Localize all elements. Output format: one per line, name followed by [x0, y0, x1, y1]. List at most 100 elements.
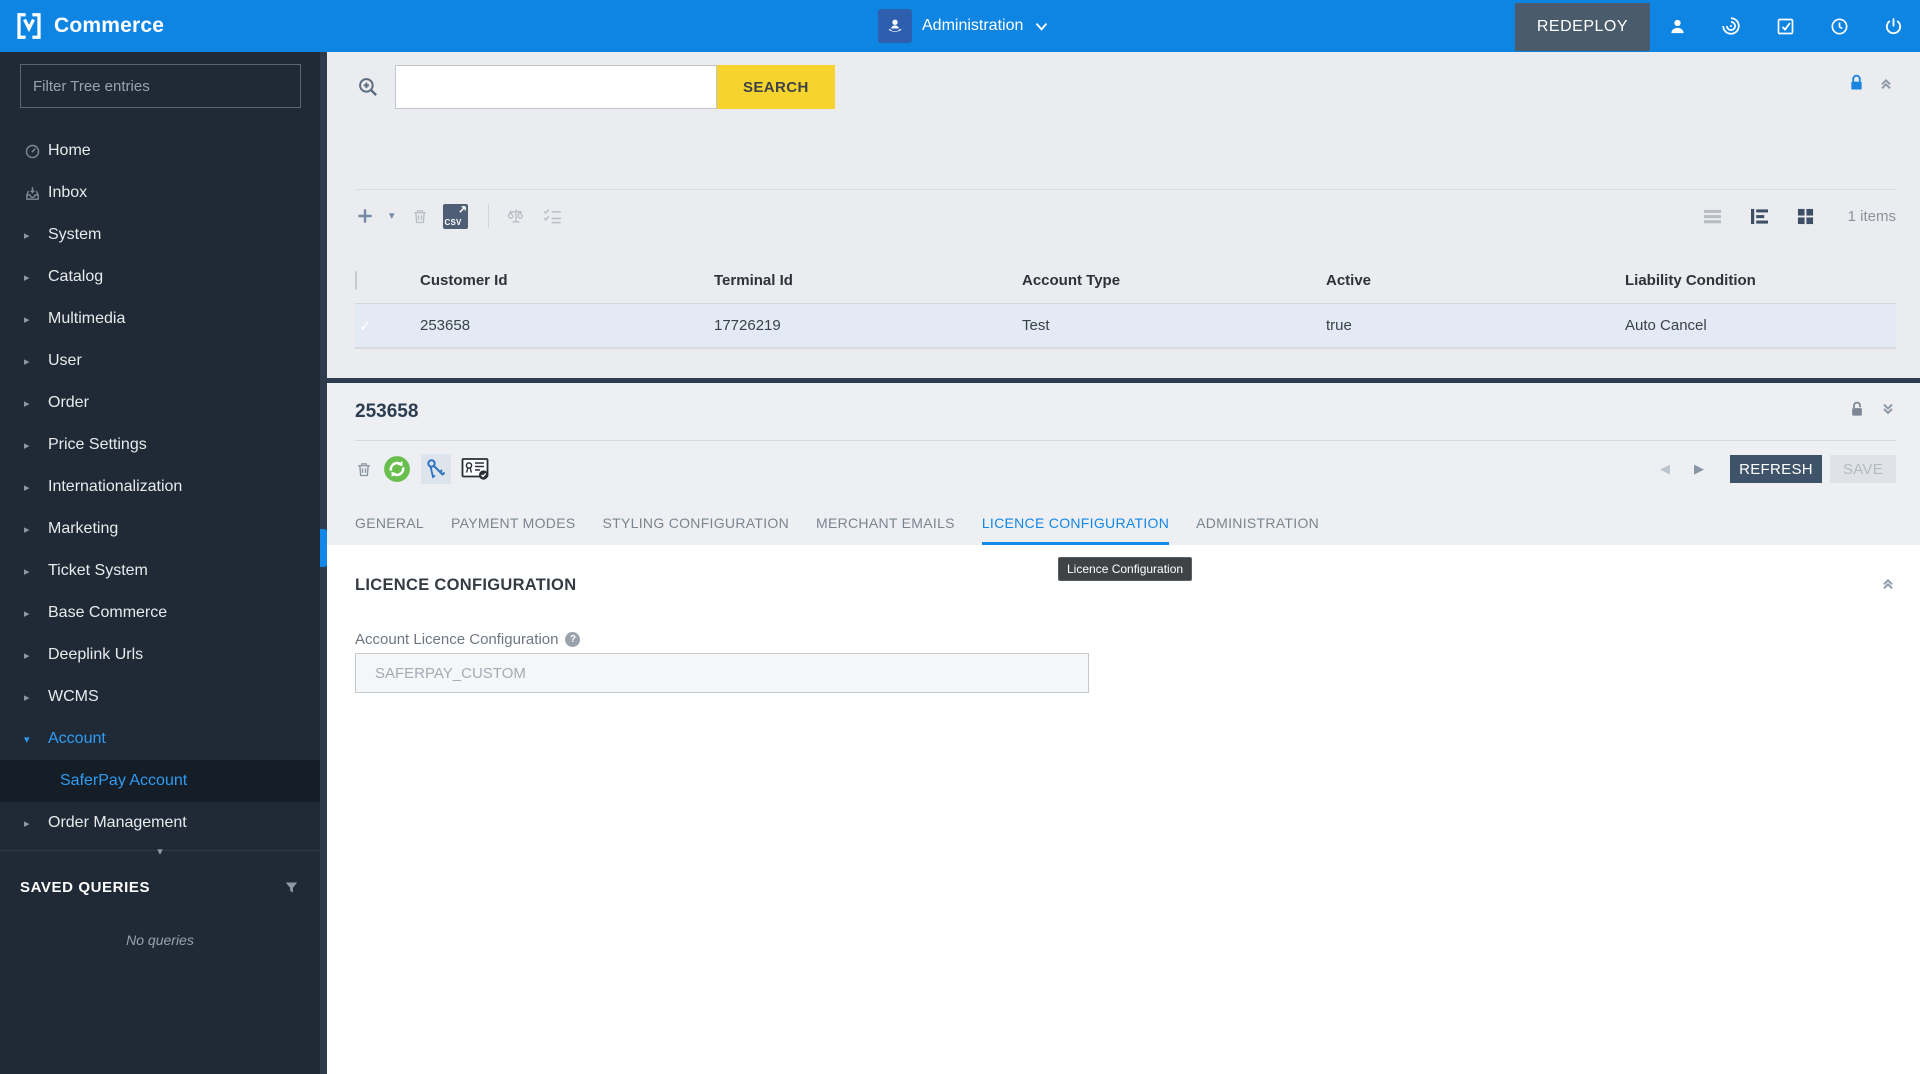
filter-funnel-icon[interactable] [283, 879, 300, 896]
sidebar-item-label: SaferPay Account [60, 772, 188, 789]
grid-view-icon[interactable] [1797, 208, 1814, 225]
sidebar-item-internationalization[interactable]: ▸ Internationalization [0, 466, 320, 508]
add-item-dropdown-caret[interactable]: ▾ [389, 209, 395, 222]
tab-payment-modes[interactable]: PAYMENT MODES [451, 515, 575, 545]
table-cell: 17726219 [714, 317, 781, 334]
sidebar-item-account[interactable]: ▾ Account [0, 718, 320, 760]
sidebar-item-label: Multimedia [48, 310, 126, 327]
tree-view-icon[interactable] [1750, 208, 1769, 225]
collapse-panel-icon[interactable] [1878, 75, 1894, 96]
api-keys-icon[interactable] [421, 454, 451, 484]
detail-title: 253658 [355, 400, 419, 422]
list-view-icon[interactable] [1703, 208, 1722, 225]
application-window: Commerce Administration REDEPLOY Filter … [0, 0, 1920, 1074]
sidebar-item-system[interactable]: ▸ System [0, 214, 320, 256]
sidebar-item-base-commerce[interactable]: ▸ Base Commerce [0, 592, 320, 634]
caret-down-icon[interactable]: ▾ [157, 845, 163, 858]
column-header[interactable]: Active [1326, 272, 1625, 289]
sidebar-item-label: Marketing [48, 520, 119, 537]
sidebar-item-home[interactable]: Home [0, 130, 320, 172]
sidebar-item-label: Catalog [48, 268, 104, 285]
tab-general[interactable]: GENERAL [355, 515, 424, 545]
sidebar-item-label: Home [48, 142, 91, 159]
sidebar-item-saferpay-account[interactable]: SaferPay Account [0, 760, 320, 802]
caret-right-icon: ▸ [24, 565, 30, 578]
table-cell: Test [1022, 317, 1050, 334]
context-switcher[interactable]: Administration [878, 0, 1050, 52]
sidebar-nav: Home Inbox ▸ System ▸ Catalog ▸ Multimedia ▸ User… [0, 130, 320, 844]
user-profile-icon[interactable] [1650, 0, 1704, 52]
tasks-check-icon[interactable] [1758, 0, 1812, 52]
sidebar-item-order-management[interactable]: ▸ Order Management [0, 802, 320, 844]
sidebar-divider: ▾ [0, 846, 320, 858]
collapse-detail-icon[interactable] [1880, 401, 1896, 422]
history-clock-icon[interactable] [1812, 0, 1866, 52]
administration-icon [878, 9, 912, 43]
sidebar: Home Inbox ▸ System ▸ Catalog ▸ Multimedia ▸ User… [0, 52, 327, 1074]
panel-splitter-handle[interactable] [320, 529, 327, 567]
tab-administration[interactable]: ADMINISTRATION [1196, 515, 1319, 545]
licence-certificate-icon[interactable] [461, 457, 491, 481]
sidebar-item-multimedia[interactable]: ▸ Multimedia [0, 298, 320, 340]
saved-queries-title: SAVED QUERIES [20, 879, 151, 896]
column-header[interactable]: Liability Condition [1625, 272, 1896, 289]
row-selected-check-icon[interactable]: ✓ [355, 317, 420, 335]
divider [487, 204, 489, 228]
sidebar-item-ticket-system[interactable]: ▸ Ticket System [0, 550, 320, 592]
tab-styling-configuration[interactable]: STYLING CONFIGURATION [603, 515, 790, 545]
caret-right-icon: ▸ [24, 691, 30, 704]
next-item-arrow[interactable]: ▶ [1686, 461, 1712, 477]
accounts-table: Customer Id Terminal Id Account Type Active… [355, 258, 1896, 348]
sidebar-item-label: Account [48, 730, 106, 747]
delete-account-icon[interactable] [355, 460, 373, 479]
redeploy-button[interactable]: REDEPLOY [1514, 3, 1650, 51]
refresh-button[interactable]: REFRESH [1730, 455, 1822, 483]
caret-right-icon: ▸ [24, 271, 30, 284]
tab-merchant-emails[interactable]: MERCHANT EMAILS [816, 515, 955, 545]
tab-licence-configuration[interactable]: LICENCE CONFIGURATION [981, 515, 1170, 545]
sidebar-item-marketing[interactable]: ▸ Marketing [0, 508, 320, 550]
unlock-icon[interactable] [1850, 401, 1864, 422]
sidebar-item-wcms[interactable]: ▸ WCMS [0, 676, 320, 718]
select-all-checkbox[interactable] [355, 271, 357, 290]
topbar: Commerce Administration REDEPLOY [0, 0, 1920, 52]
collapse-section-icon[interactable] [1880, 575, 1896, 596]
save-button[interactable]: SAVE [1830, 455, 1896, 483]
advanced-search-icon[interactable] [355, 74, 381, 100]
previous-item-arrow[interactable]: ◀ [1652, 461, 1678, 477]
jobs-spiral-icon[interactable] [1704, 0, 1758, 52]
logout-power-icon[interactable] [1866, 0, 1920, 52]
detail-content: LICENCE CONFIGURATION Account Licence Co… [327, 545, 1920, 1074]
compare-scales-icon[interactable] [505, 206, 527, 226]
add-item-button[interactable] [355, 206, 375, 226]
delete-item-icon[interactable] [411, 207, 429, 226]
column-header[interactable]: Customer Id [420, 272, 714, 289]
filter-tree-input[interactable] [20, 64, 301, 108]
search-button[interactable]: SEARCH [717, 65, 835, 109]
sidebar-item-deeplink-urls[interactable]: ▸ Deeplink Urls [0, 634, 320, 676]
lock-icon[interactable] [1849, 74, 1864, 96]
csv-export-icon[interactable]: CSV [442, 203, 468, 229]
dashboard-icon [24, 143, 44, 160]
table-row[interactable]: ✓ 253658 17726219 Test true Auto Cancel [355, 304, 1896, 348]
sidebar-item-catalog[interactable]: ▸ Catalog [0, 256, 320, 298]
sidebar-item-label: WCMS [48, 688, 99, 705]
brand[interactable]: Commerce [0, 11, 327, 41]
sidebar-item-price-settings[interactable]: ▸ Price Settings [0, 424, 320, 466]
column-header[interactable]: Account Type [1022, 272, 1326, 289]
account-licence-configuration-input[interactable] [355, 653, 1089, 693]
sidebar-item-order[interactable]: ▸ Order [0, 382, 320, 424]
sync-terminal-icon[interactable] [383, 455, 411, 483]
help-icon[interactable]: ? [565, 632, 581, 647]
column-header[interactable]: Terminal Id [714, 272, 1022, 289]
sidebar-item-label: Order [48, 394, 89, 411]
search-input[interactable] [395, 65, 717, 109]
bulk-checklist-icon[interactable] [541, 206, 564, 226]
caret-right-icon: ▸ [24, 523, 30, 536]
sidebar-item-inbox[interactable]: Inbox [0, 172, 320, 214]
detail-panel: 253658 ◀ ▶ REFRESH SAVE GENERAL PAYMENT … [327, 383, 1920, 1074]
chevron-down-icon [1036, 22, 1048, 31]
sidebar-item-label: Ticket System [48, 562, 148, 579]
sidebar-item-user[interactable]: ▸ User [0, 340, 320, 382]
sidebar-item-label: User [48, 352, 82, 369]
